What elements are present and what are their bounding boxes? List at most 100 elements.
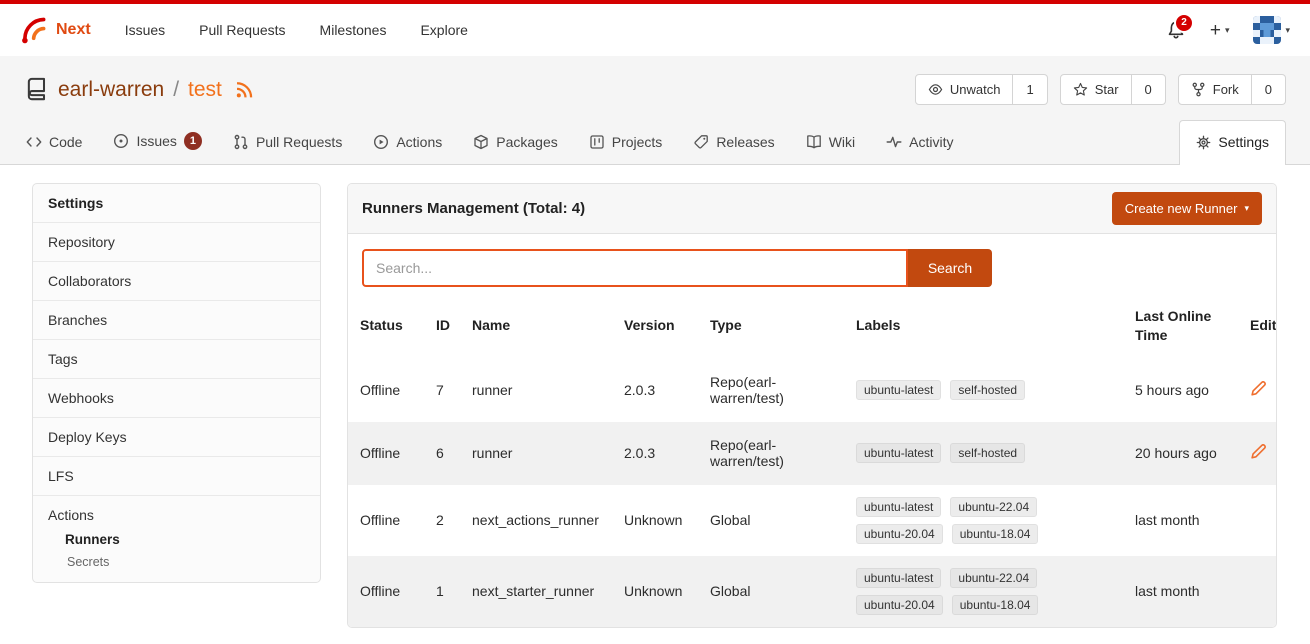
brand-name: Next bbox=[56, 21, 91, 39]
sidebar-item-branches[interactable]: Branches bbox=[33, 301, 320, 340]
chevron-down-icon: ▾ bbox=[1225, 25, 1230, 36]
tab-label: Pull Requests bbox=[256, 134, 342, 150]
col-type: Type bbox=[698, 295, 844, 359]
last-online-cell: last month bbox=[1123, 485, 1238, 556]
rss-icon[interactable] bbox=[235, 81, 253, 99]
sidebar-header: Settings bbox=[33, 184, 320, 223]
chevron-down-icon: ▾ bbox=[1244, 203, 1249, 214]
tab-code[interactable]: Code bbox=[24, 121, 84, 164]
navbar: Next Issues Pull Requests Milestones Exp… bbox=[0, 4, 1310, 56]
labels-cell: ubuntu-latestubuntu-22.04ubuntu-20.04ubu… bbox=[844, 485, 1123, 556]
brand-logo[interactable]: Next bbox=[20, 16, 91, 44]
table-row: Offline7runner2.0.3Repo(earl-warren/test… bbox=[348, 359, 1276, 422]
search-row: Search bbox=[348, 234, 1276, 295]
chevron-down-icon: ▾ bbox=[1285, 25, 1290, 36]
version-cell: Unknown bbox=[612, 485, 698, 556]
runner-label-badge: self-hosted bbox=[950, 443, 1025, 463]
settings-sidebar: Settings Repository Collaborators Branch… bbox=[32, 183, 321, 583]
status-cell: Offline bbox=[348, 422, 424, 485]
version-cell: 2.0.3 bbox=[612, 359, 698, 422]
version-cell: 2.0.3 bbox=[612, 422, 698, 485]
tab-label: Actions bbox=[396, 134, 442, 150]
runners-panel: Runners Management (Total: 4) Create new… bbox=[347, 183, 1277, 628]
tab-activity[interactable]: Activity bbox=[884, 121, 955, 164]
star-count[interactable]: 0 bbox=[1132, 74, 1166, 105]
book-icon bbox=[806, 134, 822, 150]
fork-count[interactable]: 0 bbox=[1252, 74, 1286, 105]
tab-label: Code bbox=[49, 134, 82, 150]
repo-name-link[interactable]: test bbox=[188, 78, 222, 102]
sidebar-subitem-secrets[interactable]: Secrets bbox=[48, 547, 305, 571]
tab-issues[interactable]: Issues 1 bbox=[111, 119, 203, 164]
edit-runner-button[interactable] bbox=[1250, 443, 1267, 460]
search-button[interactable]: Search bbox=[908, 249, 992, 287]
col-edit: Edit bbox=[1238, 295, 1276, 359]
labels-cell: ubuntu-latestself-hosted bbox=[844, 422, 1123, 485]
search-input[interactable] bbox=[362, 249, 908, 287]
star-icon bbox=[1073, 82, 1088, 97]
code-icon bbox=[26, 134, 42, 150]
fork-button[interactable]: Fork bbox=[1178, 74, 1252, 105]
pencil-icon bbox=[1250, 443, 1267, 460]
eye-icon bbox=[928, 82, 943, 97]
panel-header: Runners Management (Total: 4) Create new… bbox=[348, 184, 1276, 234]
fork-icon bbox=[1191, 82, 1206, 97]
nav-item-pull-requests[interactable]: Pull Requests bbox=[199, 22, 285, 38]
runner-label-badge: self-hosted bbox=[950, 380, 1025, 400]
sidebar-item-deploy-keys[interactable]: Deploy Keys bbox=[33, 418, 320, 457]
repo-tabbar: Code Issues 1 Pull Requests Acti bbox=[0, 119, 1310, 165]
tab-wiki[interactable]: Wiki bbox=[804, 121, 857, 164]
name-cell: next_starter_runner bbox=[460, 556, 612, 627]
status-cell: Offline bbox=[348, 556, 424, 627]
project-board-icon bbox=[589, 134, 605, 150]
name-cell: runner bbox=[460, 422, 612, 485]
tab-pull-requests[interactable]: Pull Requests bbox=[231, 121, 344, 164]
tab-label: Projects bbox=[612, 134, 663, 150]
user-menu-button[interactable]: ▾ bbox=[1253, 16, 1290, 44]
type-cell: Global bbox=[698, 485, 844, 556]
edit-cell bbox=[1238, 556, 1276, 627]
tab-settings[interactable]: Settings bbox=[1179, 120, 1286, 165]
star-button[interactable]: Star bbox=[1060, 74, 1132, 105]
repo-owner-link[interactable]: earl-warren bbox=[58, 78, 164, 102]
edit-cell bbox=[1238, 485, 1276, 556]
table-row: Offline2next_actions_runnerUnknownGlobal… bbox=[348, 485, 1276, 556]
tab-actions[interactable]: Actions bbox=[371, 121, 444, 164]
sidebar-item-actions[interactable]: Actions Runners Secrets bbox=[33, 496, 320, 582]
runner-label-badge: ubuntu-22.04 bbox=[950, 568, 1037, 588]
id-cell: 1 bbox=[424, 556, 460, 627]
version-cell: Unknown bbox=[612, 556, 698, 627]
tab-packages[interactable]: Packages bbox=[471, 121, 559, 164]
nav-item-issues[interactable]: Issues bbox=[125, 22, 165, 38]
repo-icon bbox=[24, 77, 49, 102]
labels-cell: ubuntu-latestself-hosted bbox=[844, 359, 1123, 422]
col-id: ID bbox=[424, 295, 460, 359]
sidebar-item-repository[interactable]: Repository bbox=[33, 223, 320, 262]
notifications-button[interactable]: 2 bbox=[1166, 20, 1186, 40]
watch-count[interactable]: 1 bbox=[1013, 74, 1047, 105]
runners-table: Status ID Name Version Type Labels Last … bbox=[348, 295, 1276, 627]
actions-label: Actions bbox=[48, 507, 305, 523]
edit-runner-button[interactable] bbox=[1250, 380, 1267, 397]
nav-item-milestones[interactable]: Milestones bbox=[320, 22, 387, 38]
sidebar-item-lfs[interactable]: LFS bbox=[33, 457, 320, 496]
sidebar-item-webhooks[interactable]: Webhooks bbox=[33, 379, 320, 418]
avatar bbox=[1253, 16, 1281, 44]
sidebar-subitem-runners[interactable]: Runners bbox=[48, 523, 305, 547]
star-button-group: Star 0 bbox=[1060, 74, 1166, 105]
issues-count-badge: 1 bbox=[184, 132, 202, 150]
name-cell: next_actions_runner bbox=[460, 485, 612, 556]
sidebar-item-tags[interactable]: Tags bbox=[33, 340, 320, 379]
runner-label-badge: ubuntu-18.04 bbox=[952, 595, 1039, 615]
notification-count-badge: 2 bbox=[1174, 13, 1194, 33]
fork-button-group: Fork 0 bbox=[1178, 74, 1286, 105]
unwatch-button[interactable]: Unwatch bbox=[915, 74, 1014, 105]
tab-projects[interactable]: Projects bbox=[587, 121, 665, 164]
sidebar-item-collaborators[interactable]: Collaborators bbox=[33, 262, 320, 301]
nav-item-explore[interactable]: Explore bbox=[420, 22, 467, 38]
create-runner-button[interactable]: Create new Runner ▾ bbox=[1112, 192, 1262, 225]
edit-cell bbox=[1238, 359, 1276, 422]
create-new-menu-button[interactable]: + ▾ bbox=[1210, 21, 1230, 40]
runners-table-body: Offline7runner2.0.3Repo(earl-warren/test… bbox=[348, 359, 1276, 627]
tab-releases[interactable]: Releases bbox=[691, 121, 776, 164]
